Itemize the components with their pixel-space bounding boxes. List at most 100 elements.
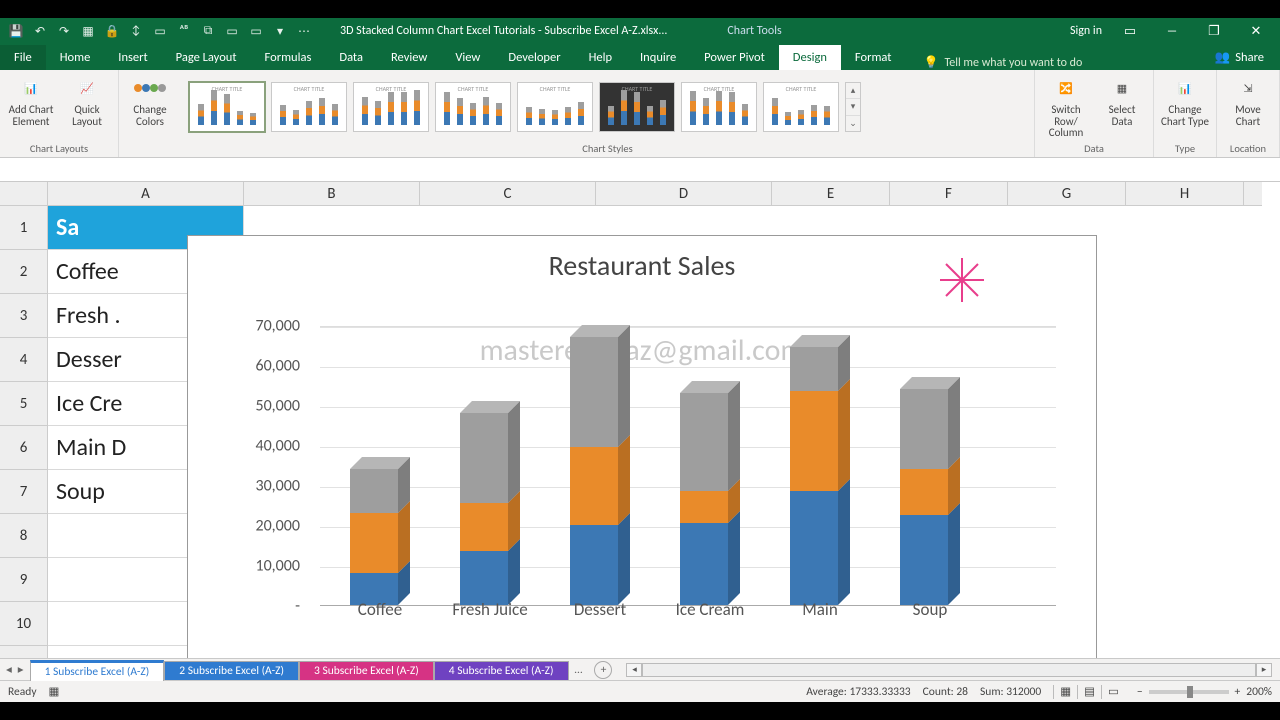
add-chart-element-button[interactable]: 📊 Add Chart Element xyxy=(6,72,56,127)
col-header[interactable]: B xyxy=(244,182,420,205)
chart-style-thumb[interactable]: CHART TITLE xyxy=(681,82,757,132)
tab-power-pivot[interactable]: Power Pivot xyxy=(690,45,779,70)
qat-icon[interactable]: ▾ xyxy=(272,23,288,39)
new-sheet-button[interactable]: + xyxy=(594,661,612,679)
tab-insert[interactable]: Insert xyxy=(104,45,161,70)
tab-developer[interactable]: Developer xyxy=(494,45,574,70)
bar-segment[interactable] xyxy=(790,347,838,391)
close-icon[interactable]: ✕ xyxy=(1242,24,1270,39)
row-header[interactable]: 6 xyxy=(0,426,47,470)
more-tabs[interactable]: … xyxy=(569,663,589,677)
lock-icon[interactable]: 🔒 xyxy=(104,23,120,39)
row-header[interactable]: 8 xyxy=(0,514,47,558)
sort-icon[interactable]: ↕ xyxy=(128,23,144,39)
bar-segment[interactable] xyxy=(570,337,618,447)
row-header[interactable]: 1 xyxy=(0,206,47,250)
col-header[interactable]: H xyxy=(1126,182,1244,205)
qat-more-icon[interactable]: ⋯ xyxy=(296,23,312,39)
bar-segment[interactable] xyxy=(900,469,948,515)
row-header[interactable]: 7 xyxy=(0,470,47,514)
bar-segment[interactable] xyxy=(350,513,398,573)
tab-help[interactable]: Help xyxy=(575,45,626,70)
bar-segment[interactable] xyxy=(790,391,838,491)
minimize-icon[interactable]: ― xyxy=(1158,24,1186,39)
bar-segment[interactable] xyxy=(680,393,728,491)
bar-segment[interactable] xyxy=(790,491,838,605)
bar-segment[interactable] xyxy=(350,469,398,513)
qat-icon[interactable]: ▭ xyxy=(152,23,168,39)
select-data-button[interactable]: ▦ Select Data xyxy=(1097,72,1147,127)
chart-style-thumb[interactable]: CHART TITLE xyxy=(271,82,347,132)
sheet-tab[interactable]: 4 Subscribe Excel (A-Z) xyxy=(434,661,569,680)
tab-design[interactable]: Design xyxy=(779,45,841,70)
col-header[interactable]: D xyxy=(596,182,772,205)
bar-segment[interactable] xyxy=(680,523,728,605)
move-chart-button[interactable]: ⇲ Move Chart xyxy=(1223,72,1273,127)
share-button[interactable]: 👥 Share xyxy=(1199,45,1280,70)
row-header[interactable]: 4 xyxy=(0,338,47,382)
qat-icon[interactable]: ⧉ xyxy=(200,23,216,39)
bar-segment[interactable] xyxy=(460,551,508,605)
row-header[interactable]: 9 xyxy=(0,558,47,602)
tab-file[interactable]: File xyxy=(0,45,46,70)
chart-style-thumb[interactable]: CHART TITLE xyxy=(189,82,265,132)
sheet-tab[interactable]: 2 Subscribe Excel (A-Z) xyxy=(164,661,299,680)
macro-icon[interactable]: ▦ xyxy=(49,684,60,699)
change-colors-button[interactable]: Change Colors xyxy=(125,72,175,127)
save-icon[interactable]: 💾 xyxy=(8,23,24,39)
spell-icon[interactable]: ᴬᴮ xyxy=(176,23,192,39)
sheet-tab[interactable]: 1 Subscribe Excel (A-Z) xyxy=(30,660,165,681)
chart-style-thumb[interactable]: CHART TITLE xyxy=(353,82,429,132)
sign-in-link[interactable]: Sign in xyxy=(1070,24,1102,38)
tell-me[interactable]: 💡 Tell me what you want to do xyxy=(924,55,1083,70)
bar-segment[interactable] xyxy=(570,447,618,525)
chart-object[interactable]: Restaurant Sales masterexcelaz@gmail.com… xyxy=(187,235,1097,658)
bar-segment[interactable] xyxy=(460,503,508,551)
ribbon-options-icon[interactable]: ▭ xyxy=(1116,24,1144,39)
tab-inquire[interactable]: Inquire xyxy=(626,45,690,70)
quick-layout-button[interactable]: 📈 Quick Layout xyxy=(62,72,112,127)
formula-bar[interactable] xyxy=(0,158,1280,182)
tab-nav[interactable]: ◂▸ xyxy=(0,662,30,677)
tab-data[interactable]: Data xyxy=(325,45,377,70)
col-header[interactable]: G xyxy=(1008,182,1126,205)
tab-page-layout[interactable]: Page Layout xyxy=(162,45,251,70)
gallery-more-button[interactable]: ▴▾⌄ xyxy=(845,82,861,132)
sheet-tab[interactable]: 3 Subscribe Excel (A-Z) xyxy=(299,661,434,680)
undo-icon[interactable]: ↶ xyxy=(32,23,48,39)
switch-row-column-button[interactable]: 🔀 Switch Row/ Column xyxy=(1041,72,1091,139)
tab-format[interactable]: Format xyxy=(841,45,906,70)
tab-home[interactable]: Home xyxy=(46,45,105,70)
tab-review[interactable]: Review xyxy=(377,45,441,70)
qat-icon[interactable]: ▦ xyxy=(80,23,96,39)
chart-style-thumb[interactable]: CHART TITLE xyxy=(517,82,593,132)
qat-icon[interactable]: ▭ xyxy=(248,23,264,39)
col-header[interactable]: E xyxy=(772,182,890,205)
bar-segment[interactable] xyxy=(900,389,948,469)
bar-segment[interactable] xyxy=(460,413,508,503)
zoom-control[interactable]: −+ 200% xyxy=(1137,685,1272,699)
plot-area[interactable]: -10,00020,00030,00040,00050,00060,00070,… xyxy=(238,326,1056,619)
col-header[interactable]: A xyxy=(48,182,244,205)
chart-style-thumb[interactable]: CHART TITLE xyxy=(435,82,511,132)
bar-segment[interactable] xyxy=(900,515,948,605)
select-all-corner[interactable] xyxy=(0,182,48,205)
chart-style-thumb[interactable]: CHART TITLE xyxy=(763,82,839,132)
col-header[interactable]: F xyxy=(890,182,1008,205)
tab-formulas[interactable]: Formulas xyxy=(251,45,326,70)
qat-icon[interactable]: ▭ xyxy=(224,23,240,39)
chart-style-thumb[interactable]: CHART TITLE xyxy=(599,82,675,132)
chart-bars[interactable] xyxy=(320,326,1056,606)
horizontal-scroll[interactable]: ◂▸ xyxy=(618,663,1280,677)
maximize-icon[interactable]: ❐ xyxy=(1200,24,1228,39)
row-header[interactable]: 3 xyxy=(0,294,47,338)
change-chart-type-button[interactable]: 📊 Change Chart Type xyxy=(1160,72,1210,127)
bar-segment[interactable] xyxy=(680,491,728,523)
col-header[interactable]: C xyxy=(420,182,596,205)
zoom-level[interactable]: 200% xyxy=(1246,685,1272,699)
row-header[interactable]: 5 xyxy=(0,382,47,426)
bar-segment[interactable] xyxy=(570,525,618,605)
tab-view[interactable]: View xyxy=(441,45,494,70)
row-header[interactable]: 2 xyxy=(0,250,47,294)
redo-icon[interactable]: ↷ xyxy=(56,23,72,39)
